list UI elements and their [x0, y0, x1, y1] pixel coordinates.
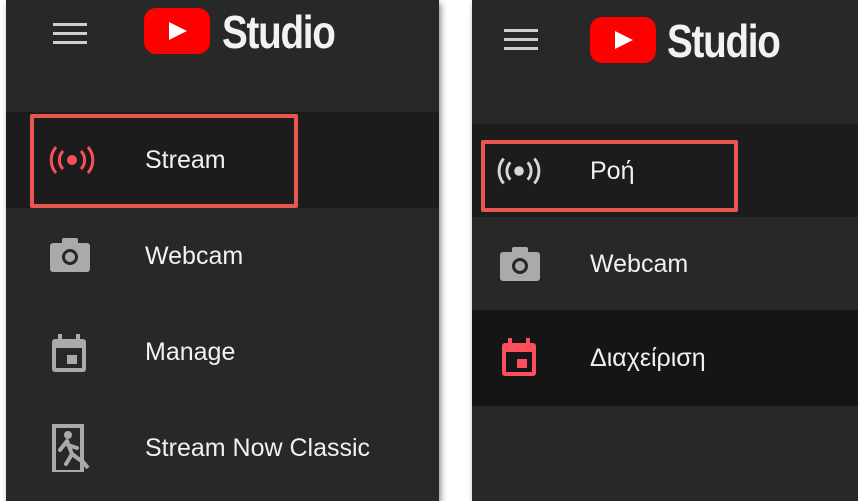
- highlight-box: [30, 114, 298, 208]
- nav-item-label: Manage: [145, 338, 236, 366]
- highlight-box: [481, 140, 738, 212]
- nav-item-label: Διαχείριση: [590, 344, 706, 372]
- calendar-icon: [52, 334, 86, 372]
- left-studio-nav-panel: Studio Stream Webcam Manage Stream Now C…: [6, 0, 439, 501]
- logo-text: Studio: [667, 15, 781, 67]
- nav-item-label: Webcam: [145, 242, 244, 270]
- nav-item-webcam[interactable]: Webcam: [6, 208, 439, 304]
- header: Studio: [6, 0, 439, 95]
- calendar-icon: [502, 338, 536, 376]
- camera-icon: [50, 238, 90, 272]
- nav-item-label: Stream Now Classic: [145, 434, 371, 462]
- logo-text: Studio: [222, 6, 336, 58]
- nav-item-webcam[interactable]: Webcam: [472, 217, 858, 310]
- exit-run-icon: [52, 424, 90, 472]
- hamburger-menu-icon[interactable]: [53, 23, 87, 45]
- right-studio-nav-panel: Studio Ροή Webcam Διαχείριση: [472, 0, 858, 501]
- nav-item-manage[interactable]: Manage: [6, 304, 439, 400]
- nav-item-label: Webcam: [590, 250, 689, 278]
- header: Studio: [472, 0, 858, 95]
- camera-icon: [500, 247, 540, 281]
- hamburger-menu-icon[interactable]: [504, 29, 538, 51]
- youtube-logo-icon[interactable]: [144, 8, 210, 54]
- youtube-logo-icon[interactable]: [590, 17, 656, 63]
- nav-item-stream-now-classic[interactable]: Stream Now Classic: [6, 400, 439, 496]
- nav-item-manage[interactable]: Διαχείριση: [472, 310, 858, 406]
